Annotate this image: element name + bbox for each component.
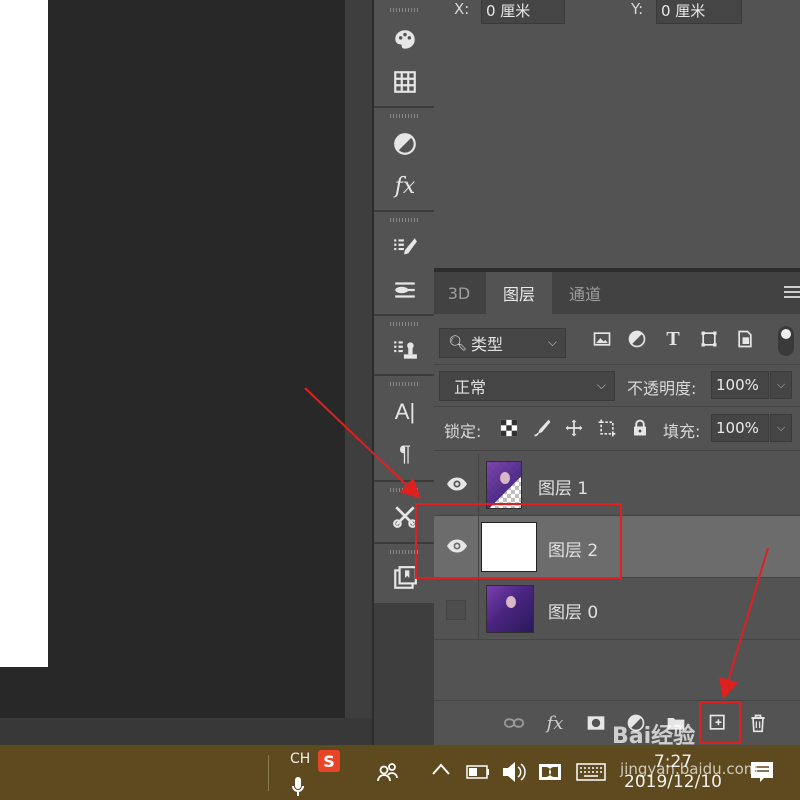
ime-language[interactable]: CH <box>290 751 310 767</box>
brush-settings-icon[interactable] <box>389 232 421 264</box>
tab-channels[interactable]: 通道 <box>552 272 618 314</box>
link-icon[interactable] <box>502 711 526 735</box>
lock-transparent-icon[interactable] <box>498 417 520 439</box>
fill-label: 填充: <box>663 422 701 441</box>
dock-separator <box>374 106 434 108</box>
lock-artboard-icon[interactable] <box>596 417 618 439</box>
opacity-chevron-icon[interactable]: ⌵ <box>770 371 792 399</box>
canvas-bottom-bar <box>0 718 372 745</box>
dock-separator <box>374 210 434 212</box>
speaker-icon[interactable] <box>500 759 526 789</box>
panel-dock: fx A| ¶ <box>372 0 434 745</box>
taskbar-separator <box>268 755 269 791</box>
layer-name[interactable]: 图层 0 <box>548 598 598 623</box>
filter-type-dropdown[interactable]: 🔍︎ 类型 ⌵ <box>439 328 566 358</box>
separator <box>434 364 800 365</box>
x-position-field[interactable]: 0 厘米 <box>481 0 565 24</box>
search-icon: 🔍︎ <box>448 334 468 352</box>
opacity-label: 不透明度: <box>627 379 697 398</box>
lock-position-move-icon[interactable] <box>563 417 585 439</box>
paragraph-icon[interactable]: ¶ <box>389 438 421 470</box>
dock-grip[interactable] <box>390 218 420 222</box>
fx-style-icon[interactable]: fx <box>389 170 421 202</box>
annotation-highlight-new-layer <box>699 701 741 744</box>
fx-icon[interactable]: fx <box>543 711 567 735</box>
character-icon[interactable]: A| <box>389 396 421 428</box>
dock-separator <box>374 480 434 482</box>
blend-mode-dropdown[interactable]: 正常 ⌵ <box>439 371 615 401</box>
type-filter-icon[interactable]: T <box>662 328 684 350</box>
separator <box>434 406 800 407</box>
layer-thumbnail-face <box>500 472 510 484</box>
baidu-watermark: Bai经验 <box>612 724 696 749</box>
brush-presets-icon[interactable] <box>389 274 421 306</box>
panel-dock-empty <box>374 603 434 745</box>
layer-thumbnail <box>486 585 534 633</box>
visibility-toggle-off[interactable] <box>446 600 466 620</box>
tab-layers[interactable]: 图层 <box>486 272 552 314</box>
chevron-down-icon: ⌵ <box>596 378 606 392</box>
keyboard-icon[interactable] <box>576 763 606 785</box>
sogou-ime-logo[interactable]: S <box>318 750 340 772</box>
lock-pixels-brush-icon[interactable] <box>531 417 553 439</box>
clone-source-icon[interactable] <box>389 334 421 366</box>
layer-divider <box>478 578 479 640</box>
adjust-icon[interactable] <box>389 128 421 160</box>
people-icon[interactable] <box>376 761 400 785</box>
panel-menu-icon[interactable] <box>784 286 800 300</box>
y-position-field[interactable]: 0 厘米 <box>656 0 742 24</box>
dock-grip[interactable] <box>390 114 420 118</box>
lock-label: 锁定: <box>444 422 482 441</box>
dock-grip[interactable] <box>390 322 420 326</box>
layer-thumbnail-photo <box>487 586 533 632</box>
separator <box>434 450 800 451</box>
right-panel: X: 0 厘米 Y: 0 厘米 3D 图层 通道 🔍︎ 类型 ⌵ T 正常 ⌵ … <box>434 0 800 745</box>
eye-icon[interactable] <box>446 476 468 492</box>
lock-all-icon[interactable] <box>629 417 651 439</box>
opacity-field[interactable]: 100% <box>711 371 769 399</box>
layer-row[interactable]: 图层 0 <box>434 578 800 640</box>
canvas-scroll-edge <box>345 0 372 745</box>
filter-toggle[interactable] <box>778 326 794 356</box>
dock-separator <box>374 314 434 316</box>
dolby-icon[interactable] <box>538 763 562 785</box>
annotation-highlight-layer <box>415 503 622 579</box>
grid-icon[interactable] <box>389 66 421 98</box>
x-label: X: <box>454 0 470 18</box>
layer-thumbnail-face <box>506 596 516 608</box>
layer-filter-row: 🔍︎ 类型 ⌵ T <box>434 322 800 364</box>
layer-thumbnail-photo <box>487 462 521 508</box>
battery-icon[interactable] <box>466 765 490 783</box>
shape-filter-icon[interactable] <box>698 328 720 350</box>
layer-thumbnail <box>486 461 522 509</box>
y-label: Y: <box>631 0 644 18</box>
dock-grip[interactable] <box>390 8 420 12</box>
properties-panel: X: 0 厘米 Y: 0 厘米 <box>434 0 800 268</box>
trash-icon[interactable] <box>746 711 770 735</box>
dock-grip[interactable] <box>390 382 420 386</box>
filter-type-value: 类型 <box>471 335 504 354</box>
microphone-icon[interactable] <box>291 777 305 797</box>
palette-icon[interactable] <box>389 24 421 56</box>
fill-chevron-icon[interactable]: ⌵ <box>770 414 792 442</box>
fill-field[interactable]: 100% <box>711 414 769 442</box>
dock-grip[interactable] <box>390 488 420 492</box>
dock-separator <box>374 374 434 376</box>
document-canvas[interactable] <box>0 0 345 718</box>
mask-icon[interactable] <box>584 711 608 735</box>
blend-mode-value: 正常 <box>454 378 487 397</box>
layers-panel-tabs: 3D 图层 通道 <box>434 272 800 314</box>
document-page <box>0 0 48 667</box>
adjustment-filter-icon[interactable] <box>626 328 648 350</box>
baidu-watermark-url: jingyan.baidu.com <box>620 760 759 778</box>
chevron-down-icon: ⌵ <box>547 335 557 349</box>
tab-3d[interactable]: 3D <box>434 272 484 314</box>
pixel-filter-icon[interactable] <box>591 328 613 350</box>
layer-name[interactable]: 图层 1 <box>538 474 588 499</box>
smart-object-filter-icon[interactable] <box>734 328 756 350</box>
chevron-up-icon[interactable] <box>432 763 450 779</box>
